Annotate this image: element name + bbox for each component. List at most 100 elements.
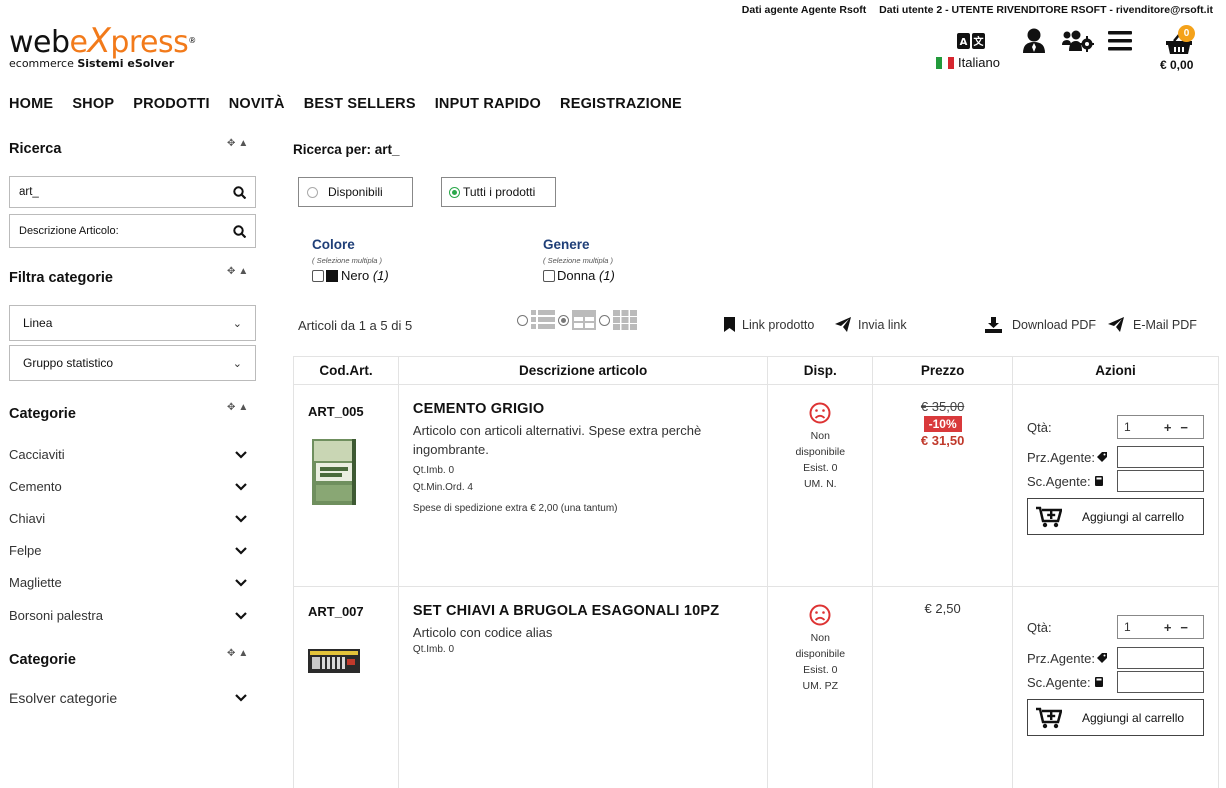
nav-home[interactable]: HOME (9, 96, 53, 112)
list-view-icon[interactable] (531, 310, 555, 330)
chevron-down-icon[interactable] (235, 482, 247, 491)
category-item[interactable]: Esolver categorie (9, 690, 247, 706)
agent-discount-label: Sc.Agente: (1027, 674, 1091, 690)
qty-label: Qtà: (1027, 619, 1052, 635)
col-actions: Azioni (1012, 356, 1219, 385)
nav-best-sellers[interactable]: BEST SELLERS (304, 96, 416, 112)
agent-price-input[interactable] (1117, 446, 1204, 468)
categories-title: Categorie (9, 406, 76, 422)
category-item[interactable]: Chiavi (9, 511, 247, 526)
product-subtitle: Articolo con articoli alternativi. Spese… (412, 423, 702, 457)
nav-input-rapido[interactable]: INPUT RAPIDO (435, 96, 541, 112)
search-for-title: Ricerca per: art_ (293, 142, 400, 157)
users-gear-icon[interactable] (1062, 30, 1094, 55)
category-item[interactable]: Magliette (9, 575, 247, 590)
filter-color-hint: ( Selezione multipla ) (312, 256, 383, 265)
product-name[interactable]: SET CHIAVI A BRUGOLA ESAGONALI 10PZ (413, 603, 753, 619)
chevron-down-icon[interactable] (235, 578, 247, 587)
chevron-down-icon[interactable] (235, 611, 247, 620)
agent-discount-input[interactable] (1117, 671, 1204, 693)
categories2-title: Categorie (9, 652, 76, 668)
section-collapse-control[interactable]: ✥▲ (227, 402, 251, 413)
radio-all-products[interactable]: Tutti i prodotti (441, 177, 556, 207)
chevron-down-icon[interactable] (235, 546, 247, 555)
svg-text:文: 文 (974, 35, 985, 48)
quantity-stepper[interactable]: 1 +− (1117, 415, 1204, 439)
chevron-down-icon[interactable] (235, 694, 247, 702)
qty-plus-minus[interactable]: +− (1164, 620, 1197, 635)
email-pdf-action[interactable]: E-Mail PDF (1108, 317, 1197, 332)
nav-prodotti[interactable]: PRODOTTI (133, 96, 210, 112)
chevron-down-icon[interactable] (235, 514, 247, 523)
product-image-cement[interactable] (308, 437, 360, 507)
product-code[interactable]: ART_005 (294, 385, 398, 419)
quantity-stepper[interactable]: 1 +− (1117, 615, 1204, 639)
view-radio-table[interactable] (558, 314, 569, 326)
grid-view-icon[interactable] (613, 310, 637, 330)
description-search-input[interactable]: Descrizione Articolo: (9, 214, 256, 248)
section-collapse-control[interactable]: ✥▲ (227, 138, 251, 149)
view-radio-list[interactable] (517, 314, 528, 326)
qty-plus-minus[interactable]: +− (1164, 420, 1197, 435)
nav-registrazione[interactable]: REGISTRAZIONE (560, 96, 682, 112)
logo[interactable]: webeXpress® ecommerce Sistemi eSolver (9, 24, 196, 70)
category-item[interactable]: Cemento (9, 479, 247, 494)
results-count: Articoli da 1 a 5 di 5 (298, 318, 413, 333)
filter-genre-option[interactable]: Donna (1) (543, 268, 615, 283)
nav-shop[interactable]: SHOP (72, 96, 114, 112)
search-section-title: Ricerca (9, 141, 62, 157)
send-link-action[interactable]: Invia link (835, 317, 907, 332)
product-image-hex-keys[interactable] (308, 647, 360, 675)
section-collapse-control[interactable]: ✥▲ (227, 648, 251, 659)
chevron-down-icon[interactable] (235, 450, 247, 459)
radio-available[interactable]: Disponibili (298, 177, 413, 207)
product-code[interactable]: ART_007 (294, 587, 398, 619)
col-description[interactable]: Descrizione articolo (397, 356, 769, 385)
agent-price-label: Prz.Agente: (1027, 449, 1095, 465)
table-row: ART_005 CEMENTO GRIGIO Articolo con arti… (293, 384, 1219, 587)
search-icon[interactable] (233, 224, 246, 238)
agent-discount-label: Sc.Agente: (1027, 473, 1091, 489)
filter-genre-title: Genere (543, 237, 590, 252)
agent-price-input[interactable] (1117, 647, 1204, 669)
search-input[interactable]: art_ (9, 176, 256, 208)
category-item[interactable]: Cacciaviti (9, 447, 247, 462)
main-nav: HOME SHOP PRODOTTI NOVITÀ BEST SELLERS I… (9, 96, 701, 112)
category-item[interactable]: Felpe (9, 543, 247, 558)
agent-info[interactable]: Dati agente Agente Rsoft (742, 4, 866, 16)
linea-select[interactable]: Linea ⌄ (9, 305, 256, 341)
col-price[interactable]: Prezzo (872, 356, 1013, 385)
product-name[interactable]: CEMENTO GRIGIO (413, 401, 753, 417)
user-icon[interactable] (1022, 28, 1046, 57)
language-selector[interactable]: Italiano (936, 55, 1000, 70)
link-product-action[interactable]: Link prodotto (724, 317, 814, 332)
checkbox[interactable] (312, 269, 324, 282)
filter-genre-hint: ( Selezione multipla ) (543, 256, 614, 265)
section-collapse-control[interactable]: ✥▲ (227, 266, 251, 277)
table-view-icon[interactable] (572, 310, 596, 330)
col-code[interactable]: Cod.Art. (293, 356, 399, 385)
discounted-price: € 31,50 (920, 433, 965, 448)
unavailable-sad-icon (809, 402, 831, 424)
tag-icon (1096, 452, 1107, 462)
col-availability[interactable]: Disp. (767, 356, 874, 385)
cart-count-badge: 0 (1178, 25, 1195, 42)
filter-color-option[interactable]: Nero (1) (312, 268, 389, 283)
user-info[interactable]: Dati utente 2 - UTENTE RIVENDITORE RSOFT… (879, 4, 1213, 16)
search-icon[interactable] (233, 185, 246, 199)
agent-discount-input[interactable] (1117, 470, 1204, 492)
add-to-cart-button[interactable]: Aggiungi al carrello (1027, 699, 1204, 736)
cart-plus-icon (1036, 506, 1062, 527)
checkbox[interactable] (543, 269, 555, 282)
menu-icon[interactable] (1108, 31, 1132, 54)
qty-label: Qtà: (1027, 419, 1052, 435)
send-icon (835, 317, 851, 332)
view-radio-grid[interactable] (599, 314, 610, 326)
add-to-cart-button[interactable]: Aggiungi al carrello (1027, 498, 1204, 535)
cart-total[interactable]: € 0,00 (1160, 58, 1193, 72)
translate-icon[interactable]: A文 (957, 33, 985, 52)
nav-novita[interactable]: NOVITÀ (229, 96, 285, 112)
category-item[interactable]: Borsoni palestra (9, 608, 247, 623)
download-pdf-action[interactable]: Download PDF (985, 317, 1096, 333)
gruppo-statistico-select[interactable]: Gruppo statistico ⌄ (9, 345, 256, 381)
